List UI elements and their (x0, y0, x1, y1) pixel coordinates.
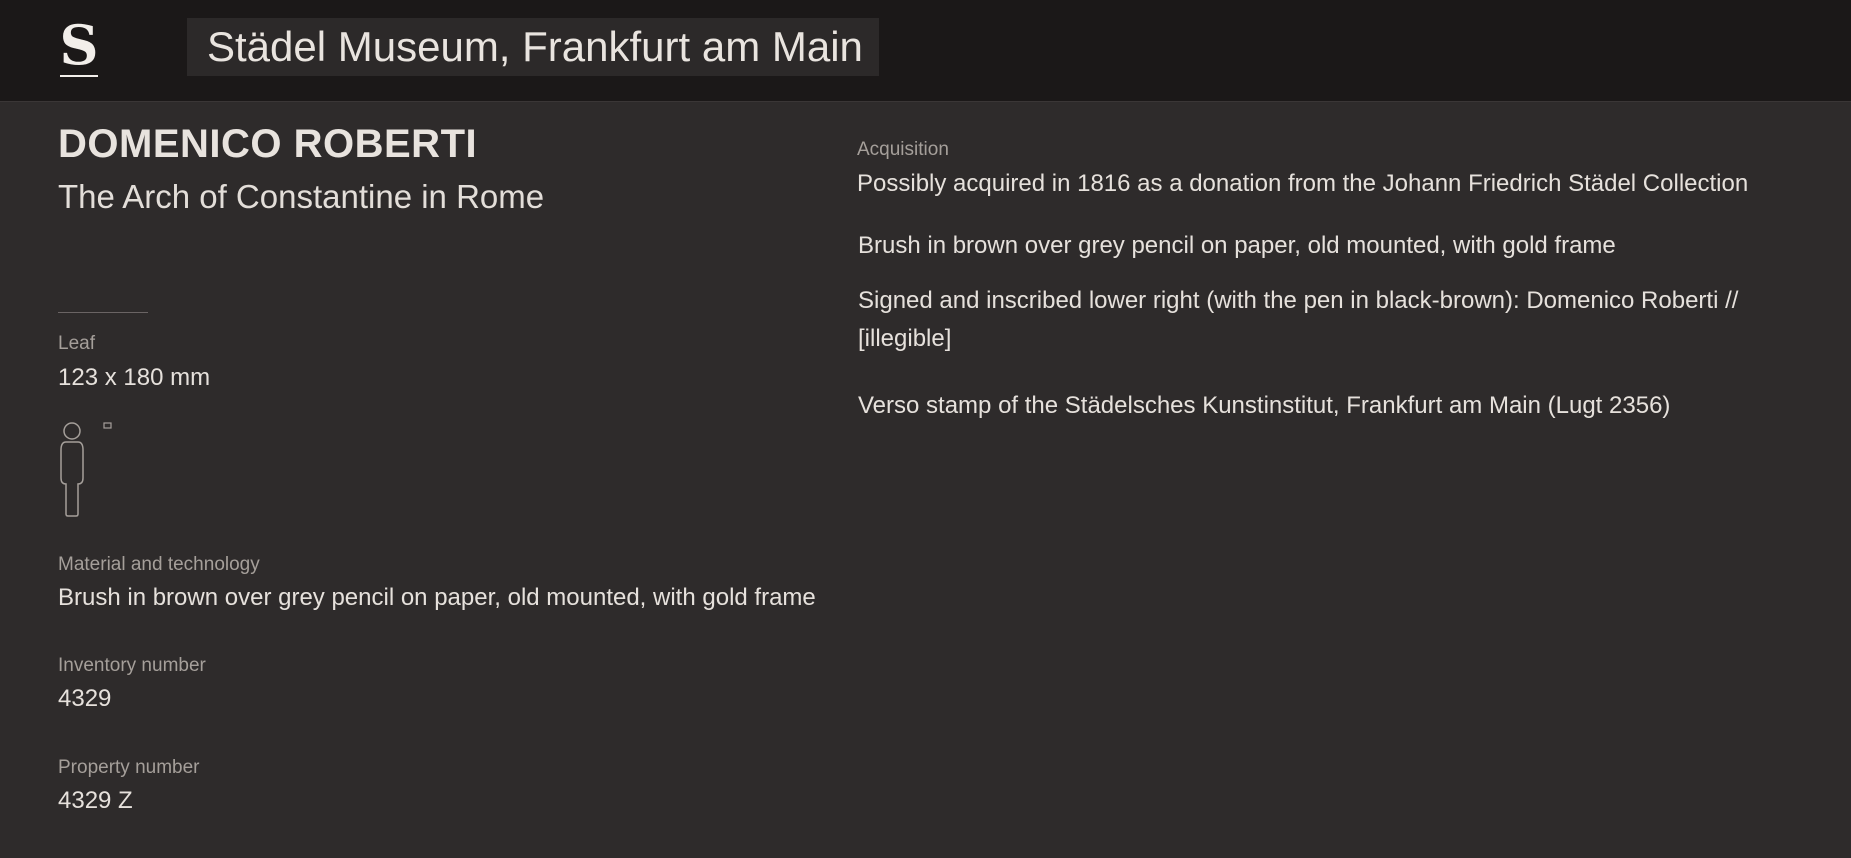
human-scale-icon (60, 422, 112, 517)
material-value: Brush in brown over grey pencil on paper… (58, 584, 816, 611)
acquisition-value: Possibly acquired in 1816 as a donation … (857, 170, 1749, 197)
inscription-note: Signed and inscribed lower right (with t… (858, 287, 1739, 352)
acquisition-label: Acquisition (857, 139, 949, 160)
artwork-size-icon (103, 422, 112, 429)
section-divider (58, 312, 148, 313)
leaf-dimensions: 123 x 180 mm (58, 364, 211, 391)
artist-name[interactable]: DOMENICO ROBERTI (58, 122, 477, 167)
logo-letter: S (59, 13, 99, 77)
top-bar: S Städel Museum, Frankfurt am Main (0, 0, 1851, 102)
stadel-logo-icon[interactable]: S (58, 18, 100, 80)
inventory-value: 4329 (58, 685, 112, 712)
artwork-title: The Arch of Constantine in Rome (58, 178, 545, 215)
material-label: Material and technology (58, 554, 260, 575)
stamp-note: Verso stamp of the Städelsches Kunstinst… (858, 392, 1671, 419)
property-value: 4329 Z (58, 787, 133, 814)
technique-note: Brush in brown over grey pencil on paper… (858, 232, 1616, 259)
leaf-label: Leaf (58, 333, 95, 354)
property-label: Property number (58, 757, 200, 778)
inventory-label: Inventory number (58, 655, 206, 676)
site-title[interactable]: Städel Museum, Frankfurt am Main (187, 18, 879, 76)
